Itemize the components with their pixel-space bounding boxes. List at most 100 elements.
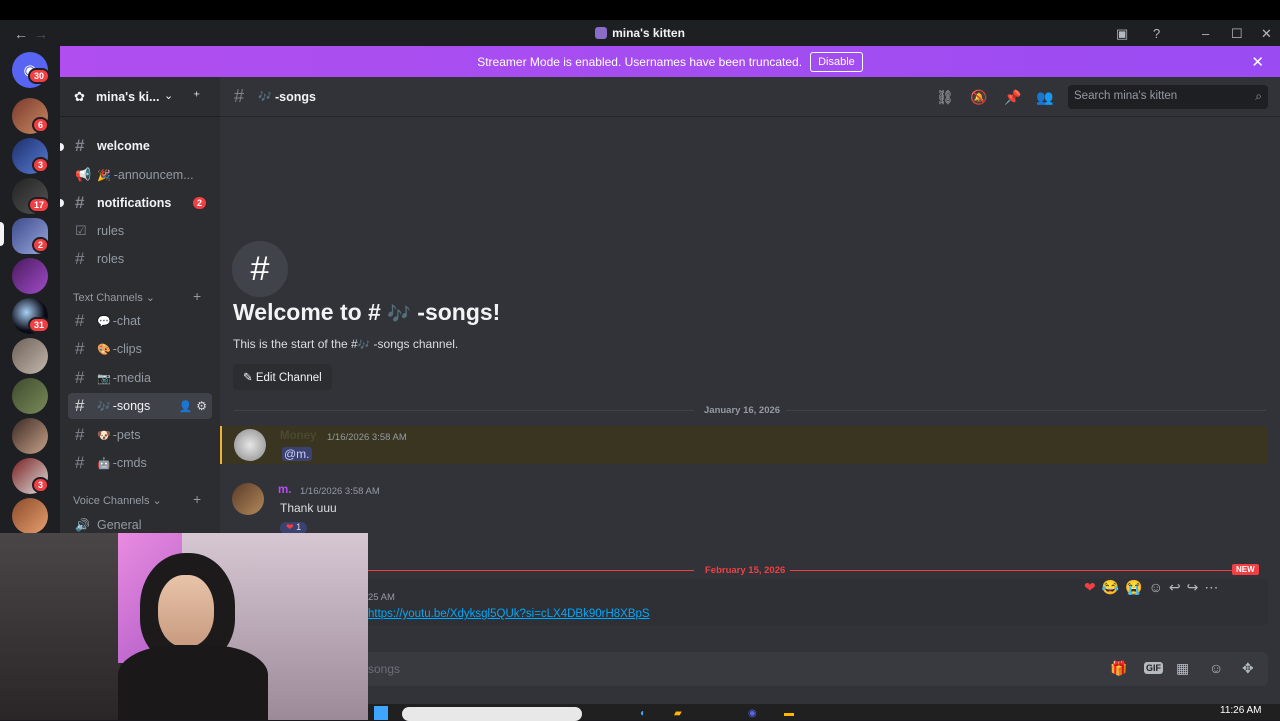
channel-label: -announcem...: [113, 168, 194, 182]
emoji-picker-icon[interactable]: ☺: [1209, 660, 1223, 676]
channel-rules[interactable]: ☑ rules: [68, 218, 212, 244]
forward-icon[interactable]: ↪: [1187, 579, 1199, 596]
gift-icon[interactable]: 🎁: [1110, 660, 1127, 677]
channel-header: # 🎶 -songs ⛓ 🔕 📌 👥 Search mina's kitten …: [220, 77, 1280, 117]
banner-close-icon[interactable]: ✕: [1251, 53, 1264, 71]
notification-bell-icon[interactable]: 🔕: [970, 89, 987, 106]
banner-text: Streamer Mode is enabled. Usernames have…: [477, 54, 803, 69]
message-composer[interactable]: songs 🎁 GIF ▦ ☺ ✥: [232, 652, 1268, 686]
channel-roles[interactable]: # roles: [68, 246, 212, 272]
help-icon[interactable]: ?: [1153, 26, 1160, 41]
invite-icon[interactable]: ⁺: [193, 88, 200, 105]
hash-icon: #: [75, 339, 85, 358]
top-strip: [0, 0, 1280, 20]
windows-start-icon[interactable]: [374, 706, 388, 720]
date-divider: January 16, 2026: [704, 405, 781, 416]
channel-songs[interactable]: # 🎶 -songs 👤 ⚙: [68, 393, 212, 419]
search-input[interactable]: Search mina's kitten ⌕: [1068, 85, 1268, 109]
laugh-reaction-icon[interactable]: 😂: [1102, 579, 1119, 596]
channel-pets[interactable]: # 🐶 -pets: [68, 422, 212, 448]
add-voice-channel-icon[interactable]: +: [193, 491, 201, 507]
webcam-background-left: [0, 533, 120, 720]
taskbar-search-icon[interactable]: [402, 707, 582, 721]
selected-server-pill: [0, 222, 4, 246]
hash-icon: #: [75, 311, 85, 330]
disable-button[interactable]: Disable: [810, 51, 863, 72]
message-content: Thank uuu: [280, 501, 337, 515]
add-member-icon[interactable]: 👤: [179, 400, 193, 413]
channel-cmds[interactable]: # 🤖 -cmds: [68, 450, 212, 476]
folder-icon[interactable]: ▰: [674, 708, 682, 719]
mention-badge: 2: [192, 197, 206, 209]
emoji-icon: 🎶: [387, 304, 411, 325]
home-badge: 30: [28, 68, 51, 84]
server-icon-7[interactable]: [12, 338, 48, 374]
server-icon-5[interactable]: [12, 258, 48, 294]
avatar[interactable]: [232, 483, 264, 515]
hash-icon: #: [75, 368, 85, 387]
hash-icon: #: [75, 193, 85, 212]
edge-icon[interactable]: ◐: [640, 708, 646, 719]
guild-name: mina's ki...: [96, 90, 160, 104]
reply-icon[interactable]: ↩: [1169, 579, 1181, 596]
window-title: mina's kitten: [0, 26, 1280, 40]
megaphone-icon: 📢: [75, 167, 92, 182]
emoji-icon: 🎨: [97, 343, 111, 356]
pin-icon[interactable]: 📌: [1004, 89, 1021, 106]
inbox-icon[interactable]: ▣: [1116, 26, 1128, 42]
channel-label: -pets: [112, 428, 141, 442]
threads-icon[interactable]: ⛓: [936, 89, 954, 106]
server-badge-2: 3: [32, 157, 50, 173]
message[interactable]: m. 1/16/2026 3:58 AM Thank uuu ❤ 1: [220, 480, 1268, 534]
cry-reaction-icon[interactable]: 😭: [1125, 579, 1142, 596]
message-highlighted[interactable]: Money 1/16/2026 3:58 AM @m.: [220, 426, 1268, 464]
gear-icon[interactable]: ⚙: [196, 399, 207, 413]
server-badge-10: 3: [32, 477, 50, 493]
explorer-icon[interactable]: ▬: [784, 708, 794, 719]
message-author[interactable]: m.: [278, 484, 291, 496]
channel-chat[interactable]: # 💬 -chat: [68, 308, 212, 334]
category-voice-channels[interactable]: Voice Channels ⌄: [73, 494, 162, 507]
more-options-icon[interactable]: ⋯: [1204, 579, 1218, 596]
sticker-icon[interactable]: ▦: [1176, 660, 1189, 677]
channel-label: -clips: [112, 342, 142, 356]
apps-icon[interactable]: ✥: [1242, 660, 1254, 677]
chevron-down-icon[interactable]: ⌄: [164, 89, 173, 102]
user-mention[interactable]: @m.: [282, 447, 312, 461]
close-icon[interactable]: ✕: [1261, 26, 1272, 42]
gif-icon[interactable]: GIF: [1144, 662, 1163, 674]
channel-announcements[interactable]: 📢 🎉 -announcem...: [68, 162, 212, 188]
webcam-body: [118, 645, 268, 720]
avatar[interactable]: [234, 429, 266, 461]
channel-notifications[interactable]: # notifications 2: [68, 190, 212, 216]
composer-placeholder: songs: [368, 662, 401, 676]
webcam-face: [158, 575, 214, 647]
category-text-channels[interactable]: Text Channels ⌄: [73, 291, 155, 304]
channel-media[interactable]: # 📷 -media: [68, 365, 212, 391]
heart-reaction-icon[interactable]: ❤: [1084, 579, 1096, 596]
checkbox-icon: ☑: [75, 223, 87, 238]
channel-clips[interactable]: # 🎨 -clips: [68, 336, 212, 362]
members-icon[interactable]: 👥: [1036, 89, 1053, 106]
server-icon-8[interactable]: [12, 378, 48, 414]
add-channel-icon[interactable]: +: [193, 288, 201, 304]
message-author[interactable]: Money: [280, 430, 316, 442]
guild-header[interactable]: ✿ mina's ki... ⌄ ⁺: [60, 77, 220, 117]
discord-taskbar-icon[interactable]: ◉: [748, 708, 757, 719]
message-link[interactable]: https://youtu.be/Xdyksgl5QUk?si=cLX4DBk9…: [368, 608, 650, 620]
window-titlebar: ← → mina's kitten ▣ ? – ☐ ✕: [0, 0, 1280, 46]
hash-icon: #: [75, 136, 85, 155]
channel-label: -media: [112, 371, 151, 385]
server-badge-1: 6: [32, 117, 50, 133]
edit-channel-button[interactable]: ✎ Edit Channel: [233, 364, 332, 390]
server-icon-9[interactable]: [12, 418, 48, 454]
maximize-icon[interactable]: ☐: [1231, 26, 1243, 42]
channel-label: notifications: [97, 196, 172, 210]
minimize-icon[interactable]: –: [1202, 26, 1209, 41]
add-reaction-icon[interactable]: ☺: [1149, 579, 1163, 596]
message-hovered[interactable]: 25 AM https://youtu.be/Xdyksgl5QUk?si=cL…: [220, 579, 1268, 625]
date-divider-new: February 15, 2026: [705, 565, 786, 576]
channel-welcome[interactable]: # welcome: [68, 133, 212, 159]
server-icon-11[interactable]: [12, 498, 48, 534]
emoji-icon: 💬: [97, 315, 111, 328]
